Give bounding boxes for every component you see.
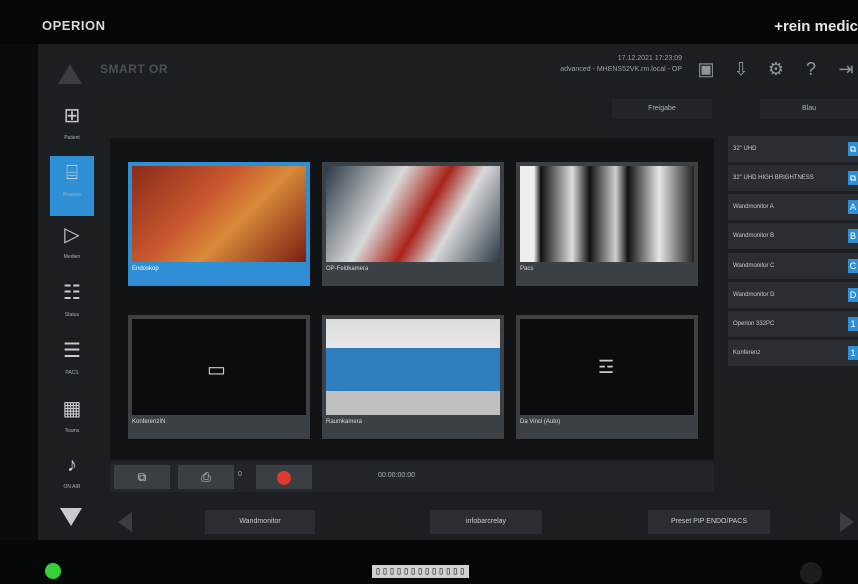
xray-icon: ☰ [63, 340, 81, 362]
sidebar-item-label: Patient [64, 135, 80, 141]
process-icon: ⌸ [66, 162, 78, 184]
snapshot-button[interactable]: ⎙ [178, 465, 234, 489]
conference-preview: ▭ [132, 319, 306, 415]
monitor-badge: C [848, 259, 858, 273]
sidebar-item-on-air[interactable]: ♪ ON AIR [50, 452, 94, 492]
patient-icon: ⊞ [63, 105, 81, 127]
monitor-item[interactable]: Wandmonitor B B [728, 223, 858, 249]
sidebar-item-medien[interactable]: ▷ Medien [50, 222, 94, 270]
tile-raumkamera[interactable]: Raumkamera [322, 315, 504, 439]
tile-konferenzin[interactable]: ▭ KonferenzIN [128, 315, 310, 439]
manufacturer-logo: +rein medic [774, 18, 858, 35]
monitor-badge: 1 [848, 317, 858, 331]
power-indicator-icon [45, 563, 61, 579]
monitor-item[interactable]: 32" UHD HIGH BRIGHTNESS ⧉ [728, 165, 858, 191]
datetime-text: 17.12.2021 17:23:09 [617, 55, 682, 62]
tile-caption: Raumkamera [326, 419, 363, 425]
monitor-label: Operion 332PC [733, 321, 775, 327]
endoscope-preview [132, 166, 306, 262]
sidebar-item-label: Teams [64, 428, 80, 434]
tile-caption: OP-Feldkamera [326, 266, 369, 272]
blau-button[interactable]: Blau [760, 99, 858, 119]
host-text: advanced - MHENS52VK.rm.local - OP [560, 66, 682, 73]
monitor-item[interactable]: Wandmonitor C C [728, 253, 858, 279]
monitor-item[interactable]: Wandmonitor A A [728, 194, 858, 220]
tile-op-feldkamera[interactable]: OP-Feldkamera [322, 162, 504, 286]
monitor-item[interactable]: Konferenz 1 [728, 340, 858, 366]
download-icon[interactable]: ⇩ [730, 58, 752, 80]
pacs-preview [520, 166, 694, 262]
monitor-label: 32" UHD HIGH BRIGHTNESS [733, 175, 814, 181]
sidebar-item-pacs[interactable]: ☰ PACS [50, 338, 94, 386]
monitor-badge: A [848, 200, 858, 214]
monitor-badge: B [848, 229, 858, 243]
freigabe-button[interactable]: Freigabe [612, 99, 712, 119]
tile-caption: Da Vinci (Auto) [520, 419, 561, 425]
record-button[interactable] [256, 465, 312, 489]
monitor-item[interactable]: 32" UHD ⧉ [728, 136, 858, 162]
monitor-item[interactable]: Operion 332PC 1 [728, 311, 858, 337]
device-brand-label: OPERION [42, 18, 106, 33]
sidebar-item-prozess[interactable]: ⌸ Prozess [50, 156, 94, 216]
app-logo: SMART OR [100, 62, 168, 76]
network-device-icon: ☲ [598, 357, 615, 377]
sidebar-item-label: Prozess [62, 192, 82, 198]
tile-da-vinci[interactable]: ☲ Da Vinci (Auto) [516, 315, 698, 439]
device-bezel-top [0, 0, 858, 44]
help-icon[interactable]: ? [800, 58, 822, 80]
da-vinci-preview: ☲ [520, 319, 694, 415]
infobarcrelay-button[interactable]: infobarcrelay [430, 510, 542, 534]
logo-triangle-icon [58, 64, 82, 84]
camera-icon: ⎙ [201, 470, 211, 484]
tile-caption: Endoskop [132, 266, 159, 272]
image-gallery-button[interactable]: ⧉ [114, 465, 170, 489]
monitor-label: Wandmonitor A [733, 204, 774, 210]
record-icon [277, 470, 291, 485]
sidebar-item-label: Medien [63, 254, 81, 260]
sidebar-item-label: Status [64, 312, 80, 318]
teams-icon: ▦ [62, 398, 82, 420]
tile-pacs[interactable]: Pacs [516, 162, 698, 286]
video-source-grid: Endoskop OP-Feldkamera Pacs ▭ KonferenzI… [110, 138, 714, 460]
device-serial-label: ▯▯▯▯▯▯▯▯▯▯▯▯▯ [372, 565, 470, 578]
tile-endoskop[interactable]: Endoskop [128, 162, 310, 286]
tile-caption: Pacs [520, 266, 534, 272]
monitor-label: Wandmonitor C [733, 263, 775, 269]
monitor-badge: D [848, 288, 858, 302]
recording-control-bar: ⧉ ⎙ 0 00:00:00:00 [110, 462, 714, 492]
sidebar-item-label: PACS [65, 370, 79, 376]
monitor-badge: ⧉ [848, 171, 858, 185]
monitor-badge: 1 [848, 346, 858, 360]
sidebar-item-patient[interactable]: ⊞ Patient [50, 103, 94, 151]
next-page-icon[interactable] [840, 512, 854, 532]
recording-timecode: 00:00:00:00 [378, 472, 415, 479]
microphone-icon: ♪ [67, 454, 77, 476]
sidebar-item-teams[interactable]: ▦ Teams [50, 396, 94, 444]
gallery-icon: ⧉ [137, 470, 147, 484]
monitor-item[interactable]: Wandmonitor D D [728, 282, 858, 308]
wandmonitor-button[interactable]: Wandmonitor [205, 510, 315, 534]
tile-caption: KonferenzIN [132, 419, 166, 425]
gear-icon[interactable]: ⚙ [765, 58, 787, 80]
media-icon: ▷ [64, 224, 80, 246]
snapshot-count: 0 [238, 471, 242, 478]
logout-icon[interactable]: ⇥ [835, 58, 857, 80]
datetime-block: 17.12.2021 17:23:09 advanced - MHENS52VK… [520, 53, 682, 75]
scroll-down-icon[interactable] [60, 508, 82, 526]
preset-pip-button[interactable]: Preset PIP ENDO/PACS [648, 510, 770, 534]
sidebar-item-label: ON AIR [63, 484, 81, 490]
video-camera-icon: ▭ [207, 359, 226, 381]
sidebar-item-status[interactable]: ☷ Status [50, 280, 94, 328]
room-camera-preview [326, 319, 500, 415]
monitor-label: Konferenz [733, 350, 761, 356]
checklist-icon: ☷ [63, 282, 81, 304]
field-camera-preview [326, 166, 500, 262]
previous-page-icon[interactable] [118, 512, 132, 532]
monitor-label: Wandmonitor B [733, 233, 775, 239]
monitor-label: Wandmonitor D [733, 292, 775, 298]
usb-icon[interactable]: ▣ [695, 58, 717, 80]
monitor-badge: ⧉ [848, 142, 858, 156]
monitor-label: 32" UHD [733, 146, 757, 152]
sensor-dot [800, 562, 822, 584]
